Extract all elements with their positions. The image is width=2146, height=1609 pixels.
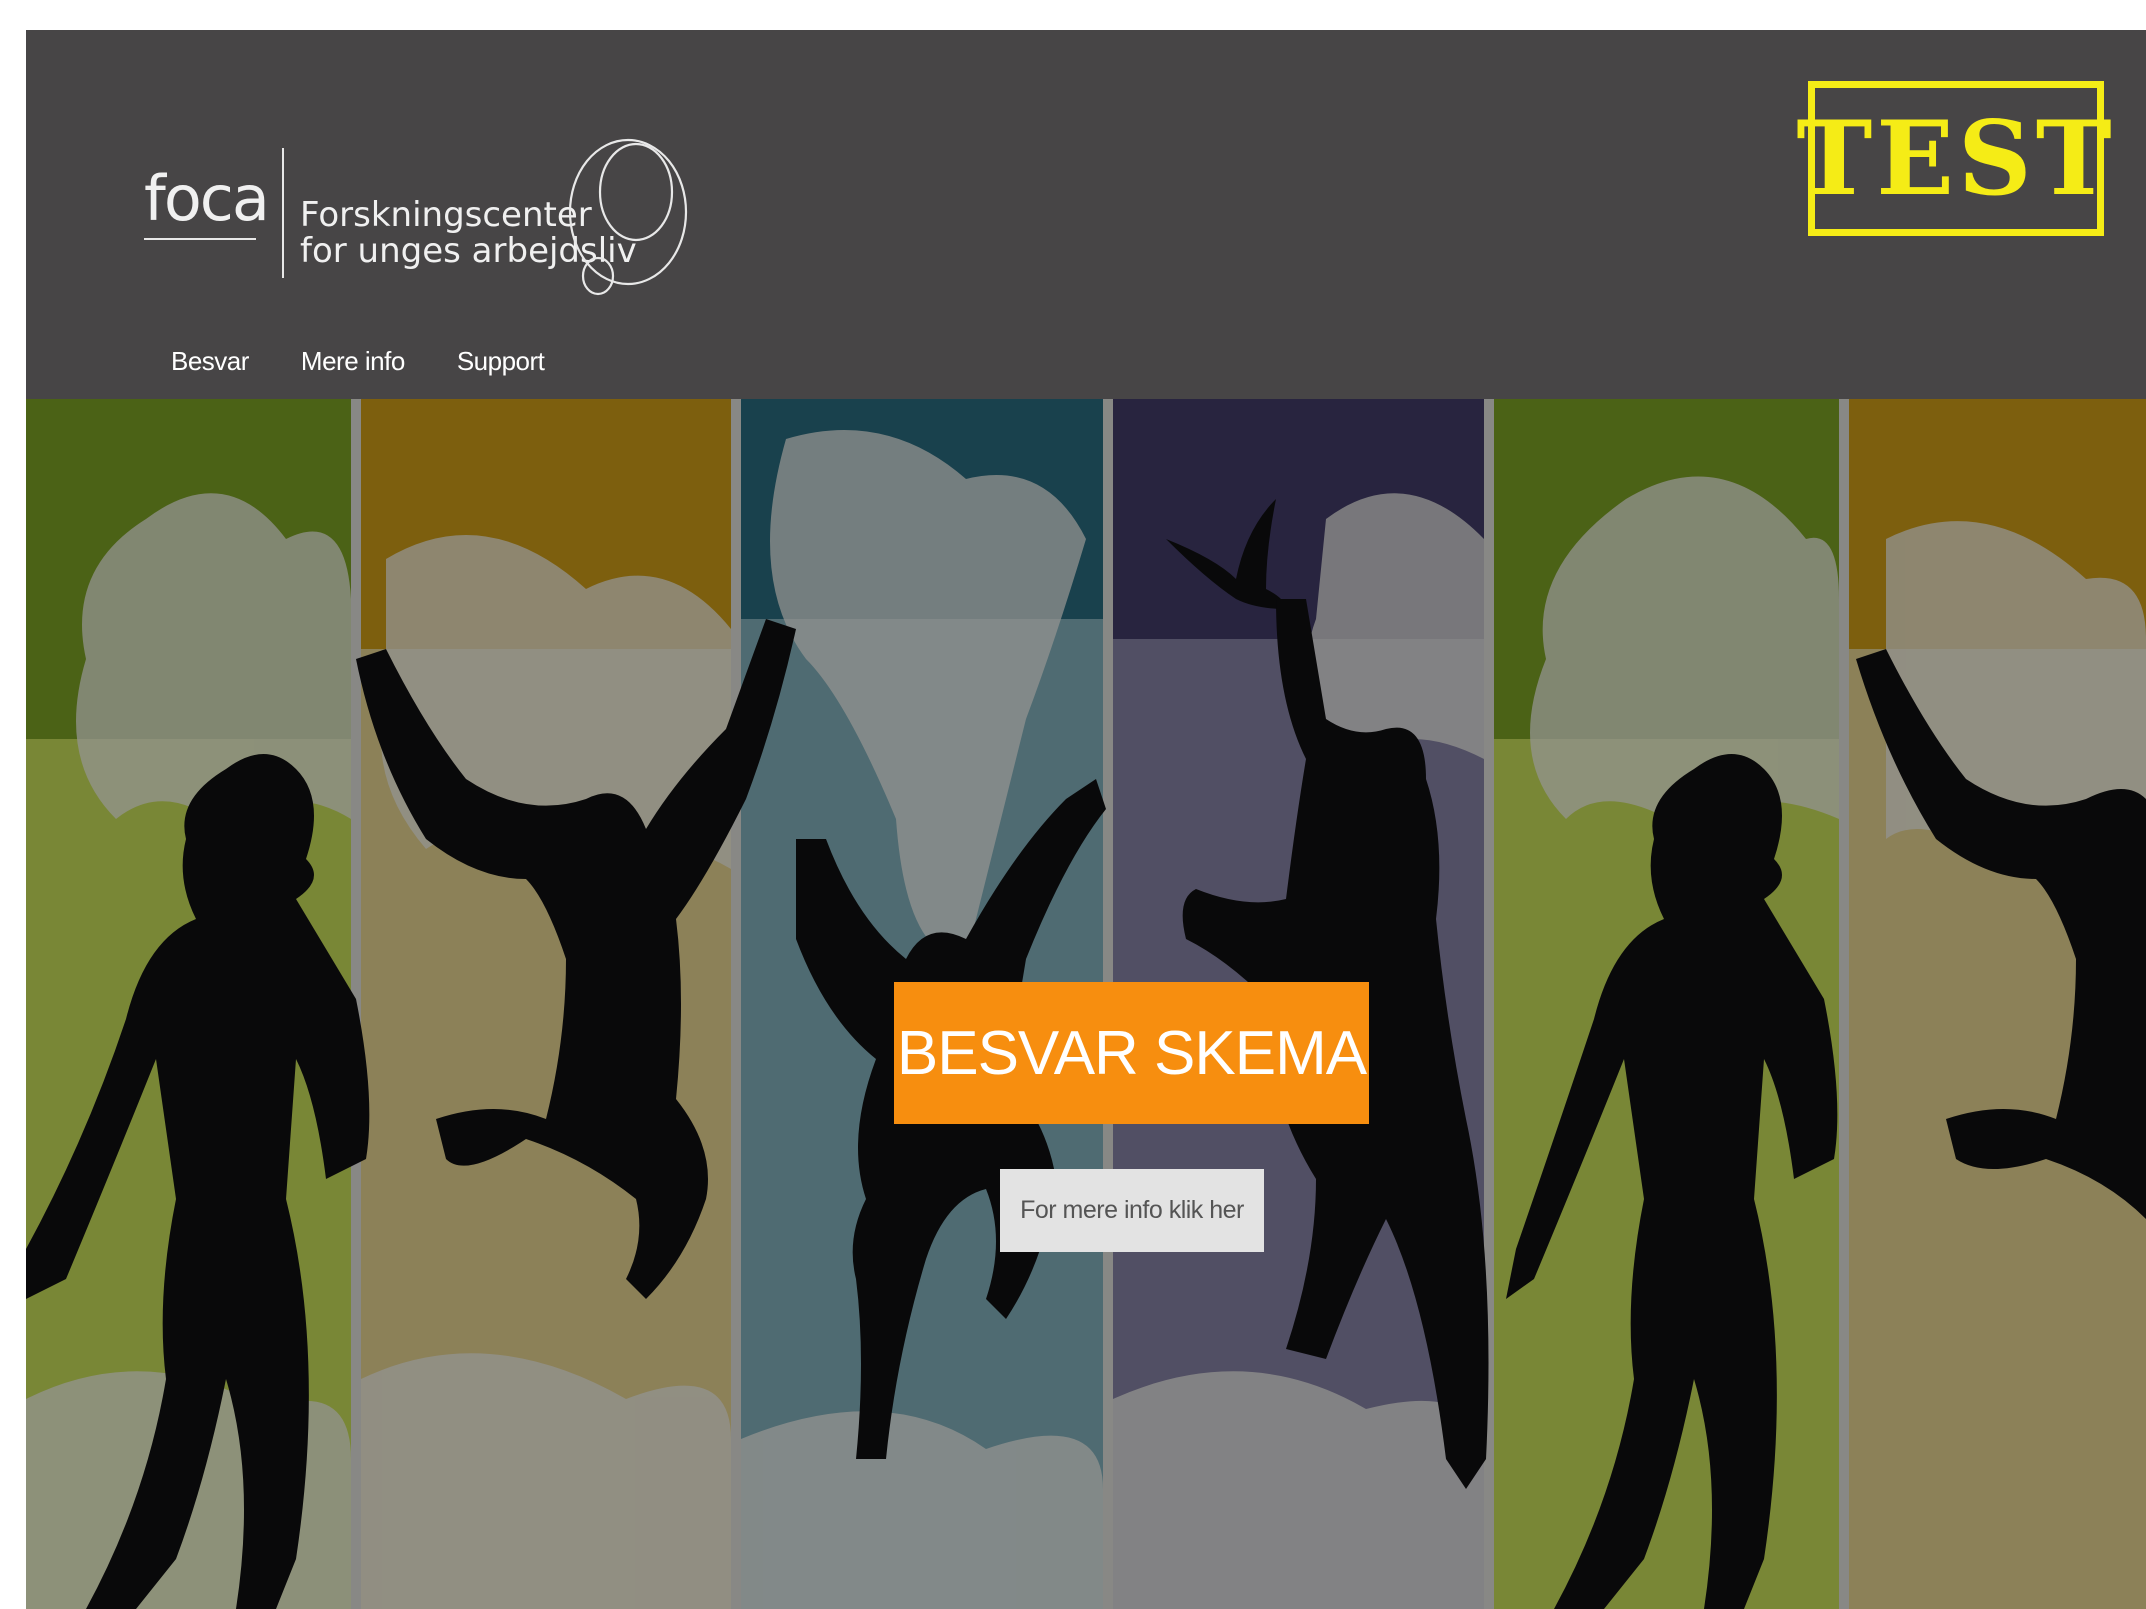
page-frame: foca Forskningscenter for unges arbejdsl… — [26, 30, 2146, 1609]
hero-section: BESVAR SKEMA For mere info klik her — [26, 399, 2146, 1609]
logo-line-1: Forskningscenter — [300, 195, 592, 235]
foca-logo[interactable]: foca Forskningscenter for unges arbejdsl… — [144, 108, 704, 308]
besvar-skema-button[interactable]: BESVAR SKEMA — [894, 982, 1369, 1124]
more-info-button[interactable]: For mere info klik her — [1000, 1169, 1264, 1252]
logo-wordmark: foca — [144, 162, 270, 235]
main-nav: Besvar Mere info Support — [171, 348, 596, 398]
nav-item-mere-info[interactable]: Mere info — [301, 348, 405, 398]
site-header: foca Forskningscenter for unges arbejdsl… — [26, 30, 2146, 399]
nav-item-support[interactable]: Support — [457, 348, 545, 398]
logo-underline — [144, 238, 256, 240]
nav-item-besvar[interactable]: Besvar — [171, 348, 249, 398]
logo-divider — [282, 148, 284, 278]
logo-circles-icon — [568, 138, 688, 296]
test-badge: TEST — [1796, 81, 2112, 236]
test-badge-label: TEST — [1796, 98, 2116, 219]
